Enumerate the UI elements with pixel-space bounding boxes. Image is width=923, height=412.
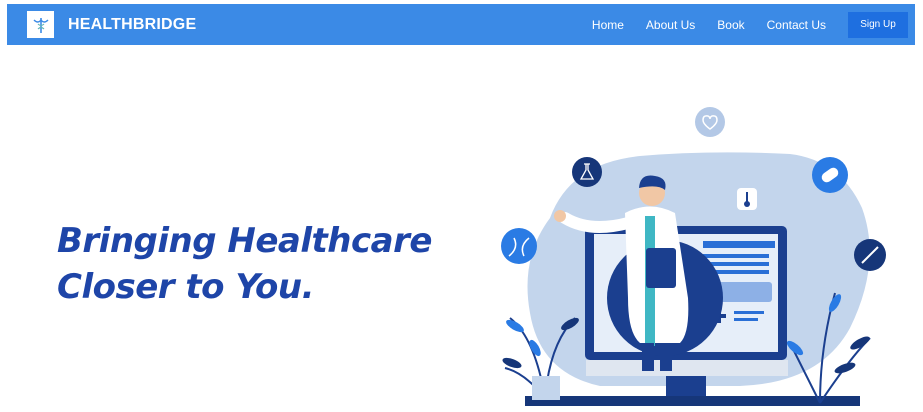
caduceus-icon <box>33 17 48 33</box>
hero-title-line-1: Bringing Healthcare <box>57 221 432 261</box>
hero-title: Bringing Healthcare Closer to You. <box>57 218 432 310</box>
thermometer-icon <box>737 188 757 210</box>
navbar: HEALTHBRIDGE Home About Us Book Contact … <box>7 4 915 45</box>
flask-icon <box>572 157 602 187</box>
nav-link-contact-us[interactable]: Contact Us <box>767 18 826 32</box>
nav-links: Home About Us Book Contact Us Sign Up <box>592 4 915 45</box>
doctor-illustration <box>501 107 886 406</box>
logo[interactable] <box>27 11 54 38</box>
heart-monitor-icon <box>695 107 725 137</box>
nav-link-home[interactable]: Home <box>592 18 624 32</box>
brand-name[interactable]: HEALTHBRIDGE <box>68 16 196 34</box>
syringe-icon <box>854 239 886 271</box>
sign-up-button[interactable]: Sign Up <box>848 11 908 38</box>
nav-link-about-us[interactable]: About Us <box>646 18 695 32</box>
hero-title-line-2: Closer to You. <box>57 267 315 307</box>
pill-icon <box>812 157 848 193</box>
dna-icon <box>501 228 537 264</box>
nav-link-book[interactable]: Book <box>717 18 744 32</box>
